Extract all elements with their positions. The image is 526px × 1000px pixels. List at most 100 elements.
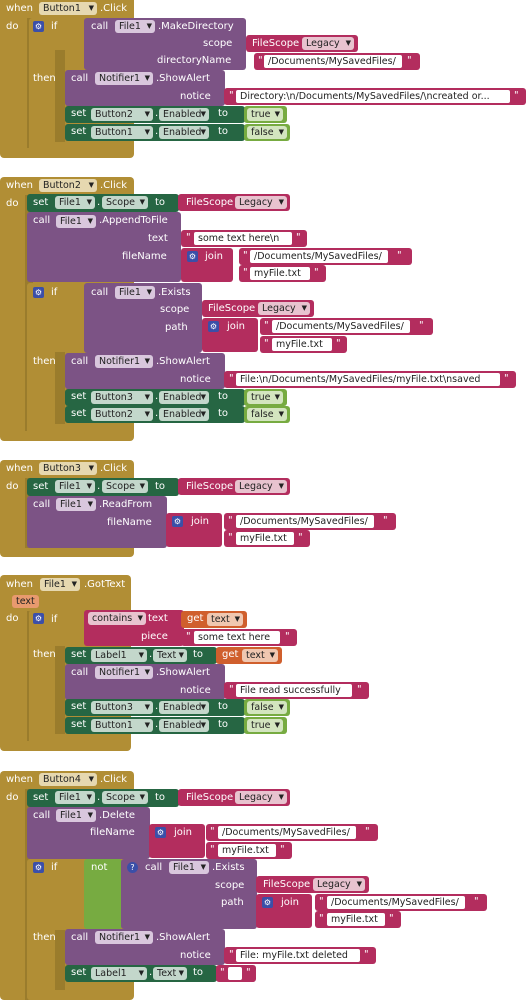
property-dropdown[interactable]: Enabled ▼ xyxy=(159,719,209,732)
component-dropdown[interactable]: Button2 ▼ xyxy=(91,108,153,121)
quote-close: " xyxy=(246,967,251,978)
component-dropdown[interactable]: File1 ▼ xyxy=(56,498,96,511)
property-dropdown[interactable]: Enabled ▼ xyxy=(159,408,209,421)
component-dropdown[interactable]: File1 ▼ xyxy=(169,861,209,874)
property-dropdown[interactable]: Enabled ▼ xyxy=(159,391,209,404)
scope-dropdown[interactable]: Legacy ▼ xyxy=(313,878,365,891)
quote-open: " xyxy=(210,826,215,837)
text-arg-label: text xyxy=(148,613,168,624)
component-dropdown[interactable]: File1 ▼ xyxy=(55,480,95,493)
join-string-b[interactable]: myFile.txt xyxy=(236,532,294,545)
mutator-gear-icon[interactable]: ⚙ xyxy=(262,897,273,908)
if-then-slot xyxy=(55,930,65,990)
component-dropdown[interactable]: Button2 ▼ xyxy=(91,408,153,421)
property-dropdown[interactable]: Scope ▼ xyxy=(102,791,148,804)
mutator-gear-icon[interactable]: ⚙ xyxy=(33,21,44,32)
scope-dropdown[interactable]: Legacy ▼ xyxy=(235,791,287,804)
component-dropdown[interactable]: File1 ▼ xyxy=(115,20,155,33)
property-dropdown[interactable]: Enabled ▼ xyxy=(159,701,209,714)
scope-type-label: FileScope xyxy=(186,197,234,208)
scope-dropdown[interactable]: Legacy ▼ xyxy=(258,302,310,315)
component-dropdown[interactable]: Notifier1 ▼ xyxy=(95,666,153,679)
component-dropdown[interactable]: Button1 ▼ xyxy=(39,2,97,15)
component-dropdown[interactable]: Button3 ▼ xyxy=(91,391,153,404)
boolean-dropdown[interactable]: false ▼ xyxy=(247,408,287,421)
boolean-dropdown[interactable]: false ▼ xyxy=(247,126,287,139)
component-dropdown[interactable]: Button1 ▼ xyxy=(91,719,153,732)
join-string-b[interactable]: myFile.txt xyxy=(250,267,310,280)
piece-string[interactable]: some text here xyxy=(194,631,280,644)
component-dropdown[interactable]: File1 ▼ xyxy=(55,791,95,804)
join-string-b[interactable]: myFile.txt xyxy=(327,913,385,926)
help-icon[interactable]: ? xyxy=(127,862,138,873)
component-dropdown[interactable]: Label1 ▼ xyxy=(91,967,147,980)
if-label: if xyxy=(51,614,58,625)
component-dropdown[interactable]: Button1 ▼ xyxy=(91,126,153,139)
quote-open: " xyxy=(228,532,233,543)
join-string-a[interactable]: /Documents/MySavedFiles/ xyxy=(272,320,410,333)
dot-label: . xyxy=(155,701,159,712)
property-dropdown[interactable]: Scope ▼ xyxy=(102,480,148,493)
scope-dropdown[interactable]: Legacy ▼ xyxy=(302,37,354,50)
property-dropdown[interactable]: Enabled ▼ xyxy=(159,108,209,121)
boolean-dropdown[interactable]: true ▼ xyxy=(247,391,283,404)
property-dropdown[interactable]: Text ▼ xyxy=(153,967,187,980)
get-label: get xyxy=(222,649,239,660)
to-label: to xyxy=(218,108,229,119)
append-text-string[interactable]: some text here\n xyxy=(194,232,292,245)
component-dropdown[interactable]: Notifier1 ▼ xyxy=(95,355,153,368)
mutator-gear-icon[interactable]: ⚙ xyxy=(155,827,166,838)
quote-open: " xyxy=(229,90,234,101)
to-label: to xyxy=(193,967,204,978)
set-label: set xyxy=(71,649,87,660)
scope-dropdown[interactable]: Legacy ▼ xyxy=(235,196,287,209)
component-dropdown[interactable]: Button3 ▼ xyxy=(39,462,97,475)
join-string-b[interactable]: myFile.txt xyxy=(218,844,276,857)
join-string-b[interactable]: myFile.txt xyxy=(272,338,332,351)
if-then-slot xyxy=(55,50,65,142)
component-dropdown[interactable]: File1 ▼ xyxy=(40,578,80,591)
notice-string[interactable]: File: myFile.txt deleted xyxy=(236,949,360,962)
join-string-a[interactable]: /Documents/MySavedFiles/ xyxy=(250,250,388,263)
mutator-gear-icon[interactable]: ⚙ xyxy=(33,287,44,298)
component-dropdown[interactable]: File1 ▼ xyxy=(55,196,95,209)
join-string-a[interactable]: /Documents/MySavedFiles/ xyxy=(218,826,356,839)
mutator-gear-icon[interactable]: ⚙ xyxy=(172,516,183,527)
mutator-gear-icon[interactable]: ⚙ xyxy=(187,251,198,262)
join-string-a[interactable]: /Documents/MySavedFiles/ xyxy=(236,515,374,528)
boolean-dropdown[interactable]: true ▼ xyxy=(247,108,283,121)
notice-string[interactable]: File read successfully xyxy=(236,684,352,697)
component-dropdown[interactable]: File1 ▼ xyxy=(115,286,155,299)
mutator-gear-icon[interactable]: ⚙ xyxy=(208,321,219,332)
property-dropdown[interactable]: Text ▼ xyxy=(153,649,187,662)
mutator-gear-icon[interactable]: ⚙ xyxy=(33,613,44,624)
directory-string[interactable]: /Documents/MySavedFiles/ xyxy=(264,55,402,68)
path-arg-label: path xyxy=(221,897,244,908)
scope-dropdown[interactable]: Legacy ▼ xyxy=(235,480,287,493)
component-dropdown[interactable]: Label1 ▼ xyxy=(91,649,147,662)
boolean-dropdown[interactable]: true ▼ xyxy=(247,719,283,732)
component-dropdown[interactable]: Button4 ▼ xyxy=(39,773,97,786)
notice-arg-label: notice xyxy=(180,685,211,696)
empty-string[interactable] xyxy=(228,967,242,980)
variable-dropdown[interactable]: text ▼ xyxy=(207,613,243,626)
component-dropdown[interactable]: Notifier1 ▼ xyxy=(95,72,153,85)
property-dropdown[interactable]: Enabled ▼ xyxy=(159,126,209,139)
component-dropdown[interactable]: Button2 ▼ xyxy=(39,179,97,192)
notice-string[interactable]: Directory:\n/Documents/MySavedFiles/\ncr… xyxy=(236,90,510,103)
component-dropdown[interactable]: Button3 ▼ xyxy=(91,701,153,714)
contains-dropdown[interactable]: contains ▼ xyxy=(88,612,146,625)
quote-close: " xyxy=(314,267,319,278)
variable-dropdown[interactable]: text ▼ xyxy=(242,649,278,662)
boolean-dropdown[interactable]: false ▼ xyxy=(247,701,287,714)
quote-open: " xyxy=(258,55,263,66)
property-dropdown[interactable]: Scope ▼ xyxy=(102,196,148,209)
component-dropdown[interactable]: File1 ▼ xyxy=(56,215,96,228)
join-string-a[interactable]: /Documents/MySavedFiles/ xyxy=(327,896,465,909)
notice-string[interactable]: File:\n/Documents/MySavedFiles/myFile.tx… xyxy=(236,373,500,386)
component-dropdown[interactable]: Notifier1 ▼ xyxy=(95,931,153,944)
mutator-gear-icon[interactable]: ⚙ xyxy=(33,862,44,873)
quote-open: " xyxy=(264,320,269,331)
event-parameter[interactable]: text xyxy=(12,595,39,608)
component-dropdown[interactable]: File1 ▼ xyxy=(56,809,96,822)
